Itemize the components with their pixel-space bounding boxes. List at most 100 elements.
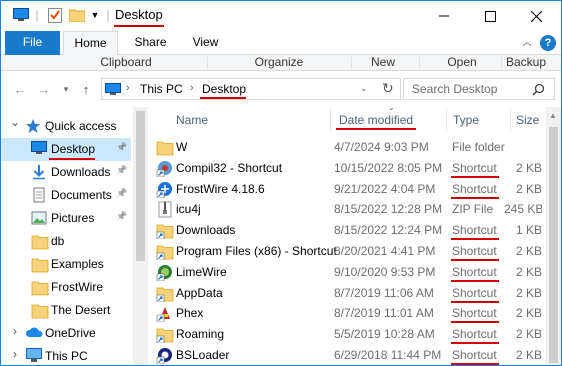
breadcrumb-desktop[interactable]: Desktop [202, 82, 246, 96]
annotation-underline [451, 321, 499, 324]
expand-ribbon-icon[interactable]: ︿ [519, 31, 535, 55]
maximize-button[interactable] [467, 1, 513, 31]
nav-item-examples[interactable]: Examples [1, 253, 131, 276]
file-row[interactable]: Program Files (x86) - Shortcut 8/20/2021 … [148, 241, 546, 262]
nav-item-the-desert[interactable]: The Desert [1, 299, 131, 322]
customize-toolbar-icon[interactable]: ▼ [89, 6, 101, 24]
group-separator [419, 57, 420, 69]
folder-shortcut-icon [156, 326, 174, 344]
breadcrumb-this-pc[interactable]: This PC [140, 82, 183, 96]
nav-item-pictures[interactable]: Pictures 📌 [1, 207, 131, 230]
breadcrumb-separator-icon: › [190, 82, 194, 94]
address-bar[interactable]: › This PC › Desktop ⌄ ↻ [101, 78, 401, 100]
tab-view[interactable]: View [178, 31, 233, 55]
file-row[interactable]: Compil32 - Shortcut 10/15/2022 8:05 PM Sho… [148, 158, 546, 179]
pin-icon[interactable]: 📌 [116, 211, 127, 222]
column-divider [446, 109, 447, 131]
file-size: 2 KB [515, 306, 542, 321]
nav-item-desktop[interactable]: Desktop 📌 [1, 138, 131, 161]
nav-item-onedrive[interactable]: › OneDrive [1, 322, 131, 345]
properties-icon[interactable] [45, 6, 65, 24]
file-size: 2 KB [515, 327, 542, 342]
file-name: Program Files (x86) - Shortcut [176, 244, 337, 258]
nav-item-frostwire[interactable]: FrostWire [1, 276, 131, 299]
file-date: 5/5/2019 10:28 AM [334, 327, 435, 342]
column-header-name[interactable]: Name [176, 107, 208, 133]
documents-icon [31, 187, 49, 204]
file-size [504, 137, 542, 158]
help-icon[interactable]: ? [540, 35, 556, 51]
nav-item-db[interactable]: db [1, 230, 131, 253]
nav-scrollbar-thumb[interactable] [136, 111, 145, 261]
nav-item-label: Quick access [45, 119, 117, 133]
forward-arrow-icon[interactable]: → [35, 80, 53, 98]
new-folder-icon[interactable] [67, 6, 87, 24]
recent-locations-chevron-icon[interactable]: ▾ [57, 80, 75, 98]
nav-item-label: Examples [51, 257, 104, 271]
file-row[interactable]: FrostWire 4.18.6 9/21/2022 4:04 PM Shortcu… [148, 179, 546, 200]
file-name: LimeWire [176, 264, 227, 279]
pin-icon[interactable]: 📌 [116, 142, 127, 153]
group-clipboard[interactable]: Clipboard [61, 55, 191, 71]
nav-item-quick-access[interactable]: ⌄ Quick access [1, 115, 131, 138]
file-date: 9/21/2022 4:04 PM [334, 181, 436, 196]
file-date: 8/15/2022 12:24 PM [334, 223, 443, 238]
nav-item-label: Desktop [51, 142, 96, 156]
file-size: 1 KB [515, 223, 542, 238]
nav-scrollbar[interactable] [133, 107, 148, 365]
file-list-scrollbar-thumb[interactable] [549, 127, 558, 363]
explorer-window: | ▼ | Desktop File Home Share View ︿ ? C… [0, 0, 562, 366]
group-organize[interactable]: Organize [219, 55, 339, 71]
nav-item-this-pc[interactable]: › This PC [1, 345, 131, 365]
scroll-up-icon[interactable]: ▲ [549, 111, 557, 120]
file-name: Compil32 - Shortcut [176, 160, 283, 175]
file-row[interactable]: W 4/7/2024 9:03 PM File folder [148, 137, 546, 158]
pin-icon[interactable]: 📌 [116, 165, 127, 176]
file-list-scrollbar[interactable]: ▲ [546, 107, 561, 365]
group-backup[interactable]: Backup [503, 55, 549, 71]
column-header-size[interactable]: Size [516, 107, 539, 133]
pin-icon[interactable]: 📌 [116, 188, 127, 199]
cloud-icon [25, 325, 43, 342]
limewire-icon [156, 264, 174, 282]
tab-share[interactable]: Share [123, 31, 178, 55]
up-arrow-icon[interactable]: ↑ [77, 80, 95, 98]
file-row[interactable]: icu4j 8/15/2022 12:28 PM ZIP File 245 KB [148, 199, 546, 220]
tab-file[interactable]: File [5, 31, 60, 55]
zip-icon [156, 201, 174, 218]
annotation-underline [49, 158, 95, 160]
address-dropdown-icon[interactable]: ⌄ [360, 83, 368, 94]
group-open[interactable]: Open [421, 55, 503, 71]
minimize-button[interactable] [421, 1, 467, 31]
file-size: 2 KB [515, 181, 542, 196]
address-row: ← → ▾ ↑ › This PC › Desktop ⌄ ↻ Search D… [1, 71, 561, 107]
chevron-right-icon[interactable]: › [13, 347, 17, 361]
file-row[interactable]: AppData 8/7/2019 11:06 AM Shortcut 2 KB [148, 283, 546, 304]
nav-item-downloads[interactable]: Downloads 📌 [1, 161, 131, 184]
search-box[interactable]: Search Desktop [403, 78, 555, 100]
nav-item-documents[interactable]: Documents 📌 [1, 184, 131, 207]
chevron-down-icon[interactable]: ⌄ [10, 115, 20, 129]
back-arrow-icon[interactable]: ← [11, 80, 29, 98]
file-name: Phex [176, 306, 204, 321]
chevron-right-icon[interactable]: › [13, 324, 17, 338]
annotation-underline [451, 259, 499, 261]
file-row[interactable]: LimeWire 9/10/2020 9:53 PM Shortcut 2 KB [148, 262, 546, 283]
app-desktop-icon[interactable] [11, 6, 31, 24]
file-name: Roaming [176, 327, 225, 342]
file-row[interactable]: BSLoader 6/29/2018 11:44 PM Shortcut 2 KB [148, 345, 546, 365]
folder-icon [31, 233, 49, 250]
close-button[interactable] [513, 1, 559, 31]
file-list: Name ⌄ Date modified Type Size W 4/7/2024… [148, 103, 546, 365]
tab-home[interactable]: Home [63, 31, 118, 56]
file-row[interactable]: Roaming 5/5/2019 10:28 AM Shortcut 2 KB [148, 324, 546, 345]
breadcrumb-separator-icon: › [126, 82, 130, 94]
refresh-icon[interactable]: ↻ [382, 80, 394, 97]
group-new[interactable]: New [353, 55, 413, 71]
annotation-underline [451, 300, 499, 303]
file-row[interactable]: Phex 8/7/2019 11:01 AM Shortcut 2 KB [148, 303, 546, 324]
search-input[interactable]: Search Desktop [412, 82, 497, 96]
file-row[interactable]: Downloads 8/15/2022 12:24 PM Shortcut 1 KB [148, 220, 546, 241]
file-name: AppData [176, 285, 223, 300]
column-header-type[interactable]: Type [453, 107, 479, 133]
